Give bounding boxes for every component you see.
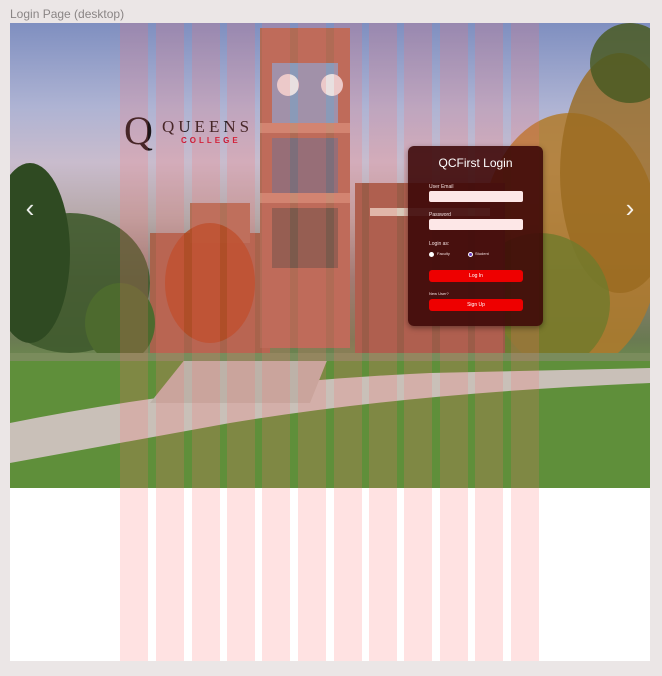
hero-carousel: Q QUEENS COLLEGE ‹ ›	[10, 23, 650, 488]
logo-letter: Q	[124, 108, 153, 153]
login-title: QCFirst Login	[438, 156, 513, 170]
campus-background-image	[10, 23, 650, 488]
logo-name: QUEENS	[162, 117, 254, 136]
logo-subtitle: COLLEGE	[181, 136, 241, 145]
login-button[interactable]: Log In	[429, 270, 523, 282]
student-radio[interactable]	[468, 252, 473, 257]
login-as-label: Login as:	[429, 241, 450, 247]
faculty-radio[interactable]	[429, 252, 434, 257]
signup-button[interactable]: Sign Up	[429, 299, 523, 311]
carousel-next-icon[interactable]: ›	[618, 195, 642, 221]
carousel-prev-icon[interactable]: ‹	[18, 195, 42, 221]
login-card: QCFirst Login User Email Password Login …	[408, 146, 543, 326]
login-page-frame: Q QUEENS COLLEGE ‹ › QCFirst Login User …	[10, 23, 650, 661]
frame-label: Login Page (desktop)	[10, 7, 125, 21]
password-label: Password	[429, 212, 451, 218]
email-label: User Email	[429, 184, 454, 190]
faculty-radio-label: Faculty	[437, 251, 450, 256]
password-field[interactable]	[429, 219, 523, 230]
queens-college-logo: Q QUEENS COLLEGE	[124, 108, 254, 157]
new-user-label: New User?	[429, 291, 449, 296]
email-field[interactable]	[429, 191, 523, 202]
student-radio-label: Student	[475, 251, 489, 256]
